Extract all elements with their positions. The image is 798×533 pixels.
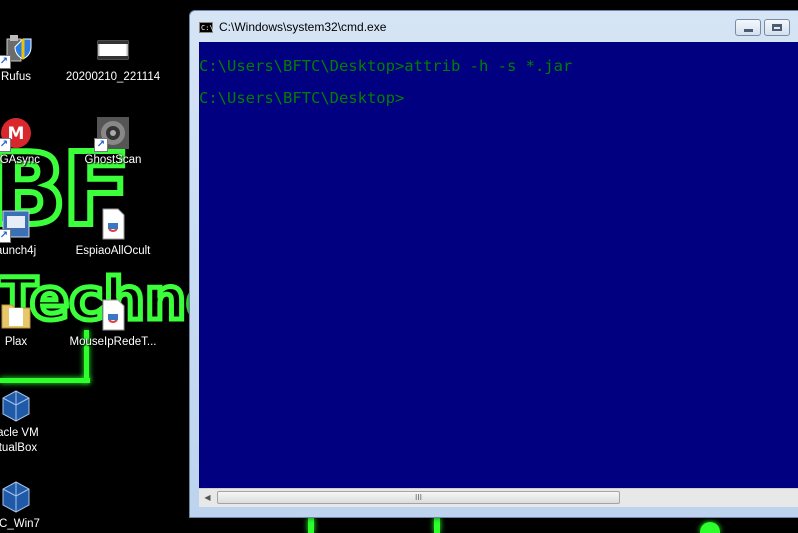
usb-drive-icon: ↗ [0, 33, 33, 69]
desktop-icon-label: EGAsync [0, 154, 40, 166]
desktop-icon-label: GhostScan [84, 154, 142, 166]
desktop-icon-label: Plax [4, 336, 28, 348]
desktop-icon-video-file[interactable]: 20200210_221114 [65, 33, 161, 85]
wallpaper-line [0, 378, 90, 383]
shortcut-arrow-icon: ↗ [0, 229, 11, 243]
console-prompt: C:\Users\BFTC\Desktop> [199, 89, 405, 107]
wallpaper-line [434, 516, 440, 533]
desktop-icon-oracle-virtualbox[interactable]: racle VM rtualBox [0, 389, 64, 456]
jar-file-icon [96, 207, 130, 241]
ghostscan-icon: ↗ [94, 116, 130, 152]
wallpaper-line [308, 516, 314, 533]
console-output[interactable]: C:\Users\BFTC\Desktop>attrib -h -s *.jar… [199, 42, 798, 488]
shortcut-arrow-icon: ↗ [0, 55, 11, 69]
maximize-icon [772, 24, 782, 31]
folder-icon [0, 298, 33, 332]
desktop-icon-espiaoallocult[interactable]: EspiaoAllOcult [65, 207, 161, 259]
horizontal-scrollbar[interactable]: ◀ III [199, 488, 798, 507]
wallpaper-line [700, 522, 720, 533]
desktop-icon-label: MouseIpRedeT... [69, 336, 157, 348]
desktop-icon-label: racle VM rtualBox [0, 427, 39, 454]
minimize-button[interactable] [735, 19, 761, 36]
desktop-icon-mouseipredet[interactable]: MouseIpRedeT... [65, 298, 161, 350]
desktop-icon-label: 20200210_221114 [65, 71, 161, 83]
window-titlebar[interactable]: C:\ C:\Windows\system32\cmd.exe [190, 11, 798, 41]
scroll-left-arrow-icon[interactable]: ◀ [199, 489, 216, 507]
video-file-icon [96, 33, 130, 67]
cmd-window[interactable]: C:\ C:\Windows\system32\cmd.exe C:\Users… [189, 10, 798, 518]
console-line: C:\Users\BFTC\Desktop>attrib -h -s *.jar [199, 57, 573, 75]
virtualbox-icon [0, 480, 33, 514]
mega-icon: M ↗ [0, 116, 33, 152]
desktop-icon-bftc-win7[interactable]: TC_Win7 [0, 480, 64, 532]
virtualbox-icon [0, 389, 33, 423]
desktop-icon-label: Rufus [0, 71, 32, 83]
jar-file-icon [96, 298, 130, 332]
maximize-button[interactable] [764, 19, 790, 36]
desktop-icon-label: TC_Win7 [0, 518, 40, 530]
window-title: C:\Windows\system32\cmd.exe [219, 20, 387, 34]
minimize-icon [744, 29, 753, 32]
desktop-icon-ghostscan[interactable]: ↗ GhostScan [65, 116, 161, 168]
desktop-icon-label: EspiaoAllOcult [75, 245, 151, 257]
desktop-icon-plax[interactable]: Plax [0, 298, 64, 350]
desktop-icon-label: aunch4j [0, 245, 37, 257]
launch4j-icon: ↗ [0, 207, 33, 243]
shortcut-arrow-icon: ↗ [94, 138, 108, 152]
desktop-icon-rufus[interactable]: ↗ Rufus [0, 33, 64, 85]
desktop-icon-launch4j[interactable]: ↗ aunch4j [0, 207, 64, 259]
shortcut-arrow-icon: ↗ [0, 138, 11, 152]
cmd-icon[interactable]: C:\ [199, 22, 214, 33]
desktop-icon-megasync[interactable]: M ↗ EGAsync [0, 116, 64, 168]
scrollbar-thumb[interactable]: III [217, 491, 620, 504]
